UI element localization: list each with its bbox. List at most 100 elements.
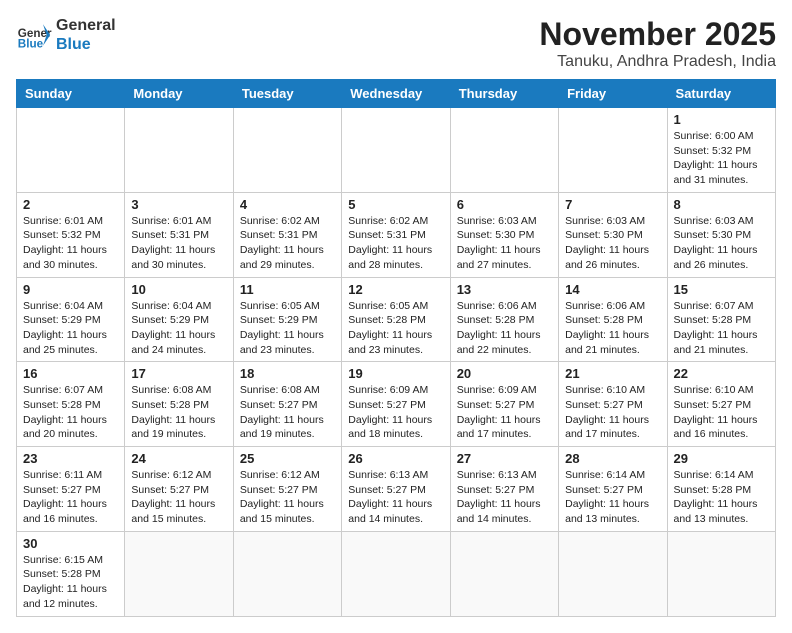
day-of-week-header: Tuesday [233, 80, 341, 108]
calendar-day-cell: 24Sunrise: 6:12 AM Sunset: 5:27 PM Dayli… [125, 447, 233, 532]
calendar-day-cell: 14 Sunrise: 6:06 AM Sunset: 5:28 PM Dayli… [559, 277, 667, 362]
calendar-day-cell: 23Sunrise: 6:11 AM Sunset: 5:27 PM Dayli… [17, 447, 125, 532]
calendar-day-cell: 17 Sunrise: 6:08 AM Sunset: 5:28 PM Dayli… [125, 362, 233, 447]
day-number: 9 [23, 282, 118, 297]
day-number: 12 [348, 282, 443, 297]
day-info: Sunrise: 6:11 AM Sunset: 5:27 PM Dayligh… [23, 468, 118, 527]
calendar-day-cell: 8Sunrise: 6:03 AM Sunset: 5:30 PM Daylig… [667, 192, 775, 277]
calendar-day-cell: 18Sunrise: 6:08 AM Sunset: 5:27 PM Dayli… [233, 362, 341, 447]
day-number: 13 [457, 282, 552, 297]
logo-general-text: General [56, 16, 116, 35]
day-info: Sunrise: 6:01 AM Sunset: 5:32 PM Dayligh… [23, 214, 118, 273]
day-number: 28 [565, 451, 660, 466]
calendar-day-cell [125, 531, 233, 616]
calendar-table: SundayMondayTuesdayWednesdayThursdayFrid… [16, 79, 776, 617]
day-info: Sunrise: 6:15 AM Sunset: 5:28 PM Dayligh… [23, 553, 118, 612]
day-info: Sunrise: 6:08 AM Sunset: 5:28 PM Dayligh… [131, 383, 226, 442]
calendar-day-cell: 3 Sunrise: 6:01 AM Sunset: 5:31 PM Daylig… [125, 192, 233, 277]
svg-text:Blue: Blue [18, 38, 44, 51]
day-number: 20 [457, 366, 552, 381]
day-info: Sunrise: 6:04 AM Sunset: 5:29 PM Dayligh… [23, 299, 118, 358]
calendar-day-cell: 9 Sunrise: 6:04 AM Sunset: 5:29 PM Daylig… [17, 277, 125, 362]
calendar-day-cell [559, 531, 667, 616]
day-info: Sunrise: 6:13 AM Sunset: 5:27 PM Dayligh… [348, 468, 443, 527]
calendar-week-row: 9 Sunrise: 6:04 AM Sunset: 5:29 PM Daylig… [17, 277, 776, 362]
day-number: 29 [674, 451, 769, 466]
day-number: 30 [23, 536, 118, 551]
calendar-day-cell: 7 Sunrise: 6:03 AM Sunset: 5:30 PM Daylig… [559, 192, 667, 277]
day-info: Sunrise: 6:02 AM Sunset: 5:31 PM Dayligh… [348, 214, 443, 273]
day-info: Sunrise: 6:14 AM Sunset: 5:28 PM Dayligh… [674, 468, 769, 527]
day-info: Sunrise: 6:03 AM Sunset: 5:30 PM Dayligh… [565, 214, 660, 273]
calendar-day-cell: 26 Sunrise: 6:13 AM Sunset: 5:27 PM Dayli… [342, 447, 450, 532]
day-info: Sunrise: 6:09 AM Sunset: 5:27 PM Dayligh… [457, 383, 552, 442]
day-number: 22 [674, 366, 769, 381]
day-number: 17 [131, 366, 226, 381]
calendar-day-cell: 28 Sunrise: 6:14 AM Sunset: 5:27 PM Dayli… [559, 447, 667, 532]
day-info: Sunrise: 6:06 AM Sunset: 5:28 PM Dayligh… [565, 299, 660, 358]
logo-blue-text: Blue [56, 35, 116, 54]
calendar-day-cell: 12Sunrise: 6:05 AM Sunset: 5:28 PM Dayli… [342, 277, 450, 362]
day-info: Sunrise: 6:00 AM Sunset: 5:32 PM Dayligh… [674, 129, 769, 188]
calendar-day-cell [342, 108, 450, 193]
month-title: November 2025 [539, 16, 776, 53]
calendar-day-cell: 30 Sunrise: 6:15 AM Sunset: 5:28 PM Dayli… [17, 531, 125, 616]
day-info: Sunrise: 6:13 AM Sunset: 5:27 PM Dayligh… [457, 468, 552, 527]
day-info: Sunrise: 6:04 AM Sunset: 5:29 PM Dayligh… [131, 299, 226, 358]
calendar-day-cell [233, 108, 341, 193]
day-info: Sunrise: 6:05 AM Sunset: 5:29 PM Dayligh… [240, 299, 335, 358]
day-number: 27 [457, 451, 552, 466]
day-info: Sunrise: 6:03 AM Sunset: 5:30 PM Dayligh… [457, 214, 552, 273]
day-info: Sunrise: 6:06 AM Sunset: 5:28 PM Dayligh… [457, 299, 552, 358]
calendar-day-cell [233, 531, 341, 616]
day-number: 14 [565, 282, 660, 297]
day-number: 3 [131, 197, 226, 212]
day-number: 4 [240, 197, 335, 212]
calendar-day-cell: 11 Sunrise: 6:05 AM Sunset: 5:29 PM Dayli… [233, 277, 341, 362]
day-of-week-header: Thursday [450, 80, 558, 108]
calendar-day-cell: 20 Sunrise: 6:09 AM Sunset: 5:27 PM Dayli… [450, 362, 558, 447]
calendar-header-row: SundayMondayTuesdayWednesdayThursdayFrid… [17, 80, 776, 108]
day-info: Sunrise: 6:07 AM Sunset: 5:28 PM Dayligh… [23, 383, 118, 442]
location-title: Tanuku, Andhra Pradesh, India [539, 53, 776, 71]
calendar-day-cell [17, 108, 125, 193]
day-number: 1 [674, 112, 769, 127]
page-header: General Blue General Blue November 2025 … [16, 16, 776, 71]
day-number: 25 [240, 451, 335, 466]
calendar-day-cell: 27 Sunrise: 6:13 AM Sunset: 5:27 PM Dayli… [450, 447, 558, 532]
calendar-day-cell: 29 Sunrise: 6:14 AM Sunset: 5:28 PM Dayli… [667, 447, 775, 532]
calendar-day-cell: 5Sunrise: 6:02 AM Sunset: 5:31 PM Daylig… [342, 192, 450, 277]
day-number: 19 [348, 366, 443, 381]
day-number: 7 [565, 197, 660, 212]
day-number: 24 [131, 451, 226, 466]
day-number: 2 [23, 197, 118, 212]
calendar-week-row: 2 Sunrise: 6:01 AM Sunset: 5:32 PM Daylig… [17, 192, 776, 277]
day-info: Sunrise: 6:12 AM Sunset: 5:27 PM Dayligh… [240, 468, 335, 527]
calendar-day-cell [450, 108, 558, 193]
calendar-day-cell [559, 108, 667, 193]
day-of-week-header: Wednesday [342, 80, 450, 108]
calendar-week-row: 16 Sunrise: 6:07 AM Sunset: 5:28 PM Dayli… [17, 362, 776, 447]
title-block: November 2025 Tanuku, Andhra Pradesh, In… [539, 16, 776, 71]
day-info: Sunrise: 6:01 AM Sunset: 5:31 PM Dayligh… [131, 214, 226, 273]
day-number: 6 [457, 197, 552, 212]
day-of-week-header: Saturday [667, 80, 775, 108]
day-number: 21 [565, 366, 660, 381]
calendar-week-row: 23Sunrise: 6:11 AM Sunset: 5:27 PM Dayli… [17, 447, 776, 532]
day-info: Sunrise: 6:03 AM Sunset: 5:30 PM Dayligh… [674, 214, 769, 273]
day-number: 18 [240, 366, 335, 381]
calendar-day-cell: 10 Sunrise: 6:04 AM Sunset: 5:29 PM Dayli… [125, 277, 233, 362]
calendar-day-cell: 25 Sunrise: 6:12 AM Sunset: 5:27 PM Dayli… [233, 447, 341, 532]
day-info: Sunrise: 6:14 AM Sunset: 5:27 PM Dayligh… [565, 468, 660, 527]
calendar-day-cell [125, 108, 233, 193]
day-number: 16 [23, 366, 118, 381]
day-info: Sunrise: 6:10 AM Sunset: 5:27 PM Dayligh… [565, 383, 660, 442]
calendar-day-cell: 21 Sunrise: 6:10 AM Sunset: 5:27 PM Dayli… [559, 362, 667, 447]
day-of-week-header: Friday [559, 80, 667, 108]
day-number: 26 [348, 451, 443, 466]
day-of-week-header: Monday [125, 80, 233, 108]
day-of-week-header: Sunday [17, 80, 125, 108]
day-number: 11 [240, 282, 335, 297]
day-number: 10 [131, 282, 226, 297]
day-info: Sunrise: 6:10 AM Sunset: 5:27 PM Dayligh… [674, 383, 769, 442]
